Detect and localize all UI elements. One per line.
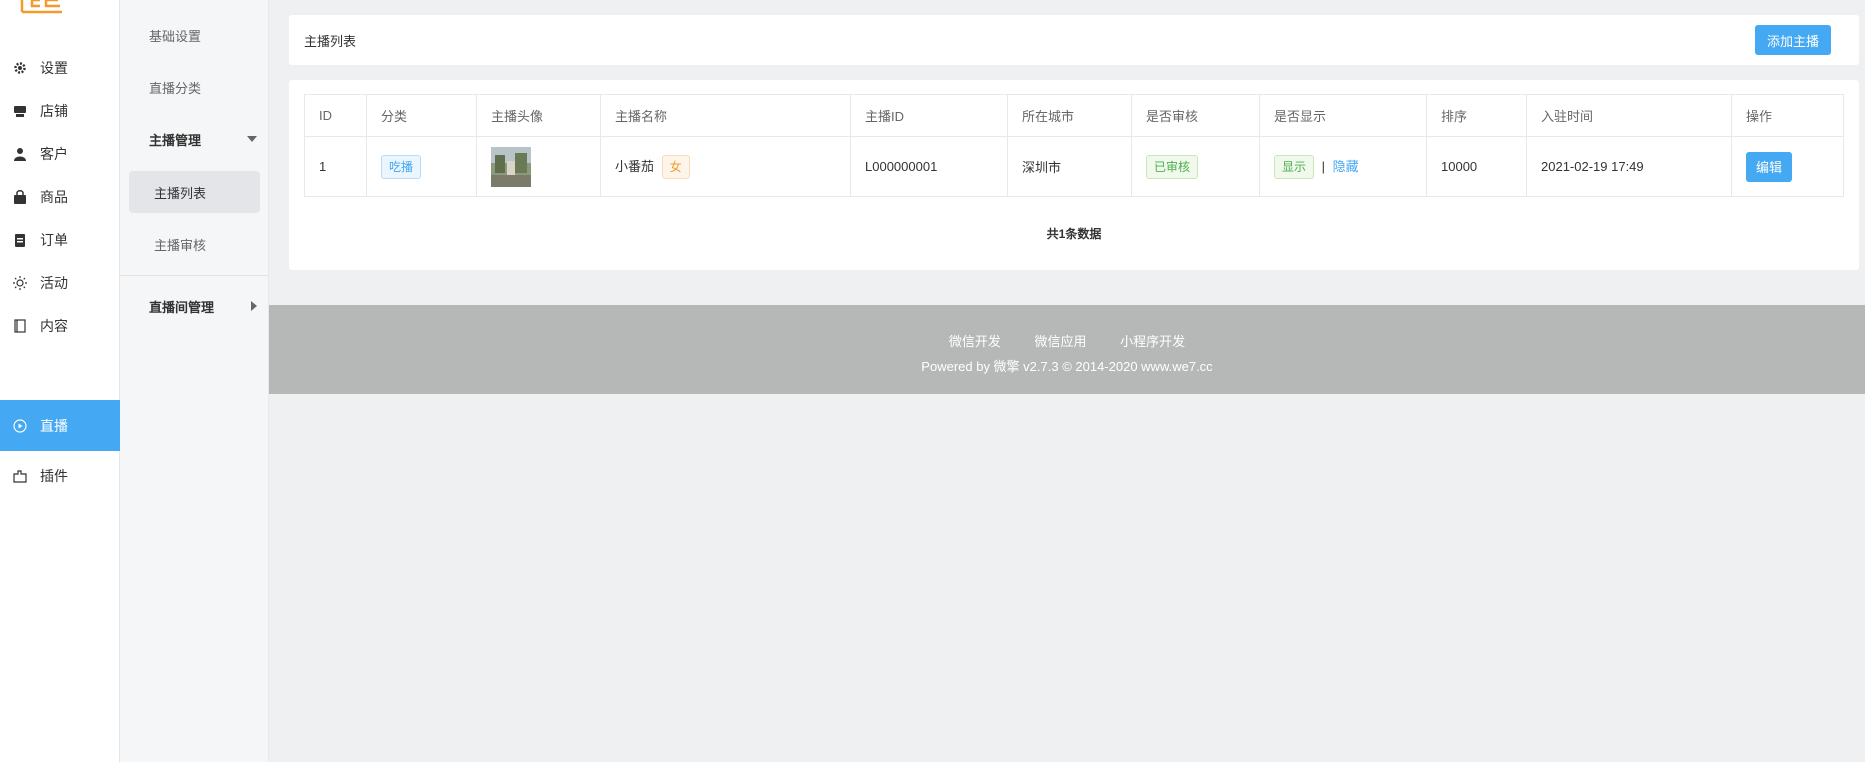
cell-anchor-id: L000000001 xyxy=(850,136,1008,197)
footer-link-miniprogram[interactable]: 小程序开发 xyxy=(1120,334,1185,349)
nav-item-label: 设置 xyxy=(40,59,68,76)
submenu-group-anchor[interactable]: 主播管理 xyxy=(120,118,269,160)
anchor-name: 小番茄 xyxy=(615,158,655,174)
column-header: 主播ID xyxy=(850,94,1008,137)
anchor-table: ID 分类 主播头像 主播名称 主播ID 所在城市 是否审核 是否显示 排序 入… xyxy=(304,94,1844,197)
footer-copyright: Powered by 微擎 v2.7.3 © 2014-2020 www.we7… xyxy=(921,359,1213,374)
display-toggle-hide[interactable]: 隐藏 xyxy=(1333,159,1359,174)
table-header-row: ID 分类 主播头像 主播名称 主播ID 所在城市 是否审核 是否显示 排序 入… xyxy=(304,94,1844,137)
table-card: ID 分类 主播头像 主播名称 主播ID 所在城市 是否审核 是否显示 排序 入… xyxy=(289,80,1859,270)
submenu-item-basic[interactable]: 基础设置 xyxy=(120,14,269,56)
cell-display: 显示 | 隐藏 xyxy=(1259,136,1427,197)
column-header: ID xyxy=(304,94,367,137)
cell-sort: 10000 xyxy=(1426,136,1527,197)
cell-joined: 2021-02-19 17:49 xyxy=(1526,136,1732,197)
column-header: 是否审核 xyxy=(1131,94,1260,137)
nav-item-label: 活动 xyxy=(40,274,68,291)
page-title: 主播列表 xyxy=(304,33,357,49)
footer-link-wechat-dev[interactable]: 微信开发 xyxy=(949,334,1001,349)
total-count: 共1条数据 xyxy=(1046,227,1102,241)
bag-icon xyxy=(12,189,28,205)
column-header: 所在城市 xyxy=(1007,94,1132,137)
footer-link-wechat-app[interactable]: 微信应用 xyxy=(1034,334,1086,349)
display-toggle-show[interactable]: 显示 xyxy=(1274,154,1315,179)
submenu-item-anchor-review[interactable]: 主播审核 xyxy=(120,223,269,265)
cell-name: 小番茄 女 xyxy=(600,136,851,197)
nav-item-label: 商品 xyxy=(40,188,68,205)
submenu-item-category[interactable]: 直播分类 xyxy=(120,66,269,108)
column-header: 排序 xyxy=(1426,94,1527,137)
avatar xyxy=(491,146,531,187)
nav-item-label: 订单 xyxy=(40,231,68,248)
nav-item-live[interactable]: 直播 xyxy=(0,400,120,451)
footer-links: 微信开发 微信应用 小程序开发 xyxy=(269,305,1865,350)
nav-item-content[interactable]: 内容 xyxy=(0,300,120,351)
submenu-item-anchor-list[interactable]: 主播列表 xyxy=(129,171,260,213)
caret-down-icon xyxy=(247,136,257,142)
book-icon xyxy=(12,318,28,334)
column-header: 分类 xyxy=(366,94,477,137)
category-tag: 吃播 xyxy=(381,154,422,179)
cell-action: 编辑 xyxy=(1731,136,1844,197)
logo xyxy=(20,0,62,14)
nav-item-label: 店铺 xyxy=(40,102,68,119)
column-header: 主播名称 xyxy=(600,94,851,137)
footer: 微信开发 微信应用 小程序开发 Powered by 微擎 v2.7.3 © 2… xyxy=(269,305,1865,394)
cell-avatar xyxy=(476,136,601,197)
column-header: 操作 xyxy=(1731,94,1844,137)
column-header: 主播头像 xyxy=(476,94,601,137)
divider xyxy=(120,275,269,276)
nav-item-label: 客户 xyxy=(40,145,68,162)
store-icon xyxy=(12,103,28,119)
column-header: 是否显示 xyxy=(1259,94,1427,137)
caret-right-icon xyxy=(251,301,257,311)
play-circle-icon xyxy=(12,418,28,434)
nav-item-label: 内容 xyxy=(40,317,68,334)
separator: | xyxy=(1321,158,1326,174)
page-header: 主播列表 添加主播 xyxy=(289,15,1859,65)
add-anchor-button[interactable]: 添加主播 xyxy=(1754,25,1831,55)
user-icon xyxy=(12,146,28,162)
table-row: 1 吃播 小番茄 女 L000000001 深圳市 已审核 显示 | 隐藏 10… xyxy=(304,136,1844,197)
nav-item-plugin[interactable]: 插件 xyxy=(0,450,120,501)
clipboard-icon xyxy=(12,232,28,248)
cell-review: 已审核 xyxy=(1131,136,1260,197)
submenu-group-room[interactable]: 直播间管理 xyxy=(120,285,269,327)
edit-button[interactable]: 编辑 xyxy=(1746,151,1793,182)
sun-icon xyxy=(12,275,28,291)
submenu-group-label: 直播间管理 xyxy=(149,299,215,315)
gender-tag: 女 xyxy=(661,154,690,179)
gear-icon xyxy=(12,60,28,76)
main-nav: 设置 店铺 客户 商品 订单 活动 内容 直播 插件 xyxy=(0,0,120,762)
cell-category: 吃播 xyxy=(366,136,477,197)
submenu-group-label: 主播管理 xyxy=(149,132,202,148)
nav-item-label: 直播 xyxy=(40,417,68,434)
sub-menu: 基础设置 直播分类 主播管理 主播列表 主播审核 直播间管理 xyxy=(120,0,269,762)
cell-id: 1 xyxy=(304,136,367,197)
column-header: 入驻时间 xyxy=(1526,94,1732,137)
review-status-badge: 已审核 xyxy=(1146,154,1199,179)
nav-item-label: 插件 xyxy=(40,467,68,484)
cell-city: 深圳市 xyxy=(1007,136,1132,197)
plugin-icon xyxy=(12,468,28,484)
main-content: 主播列表 添加主播 ID 分类 主播头像 主播名称 主播ID 所在城市 是否审核… xyxy=(269,0,1865,762)
